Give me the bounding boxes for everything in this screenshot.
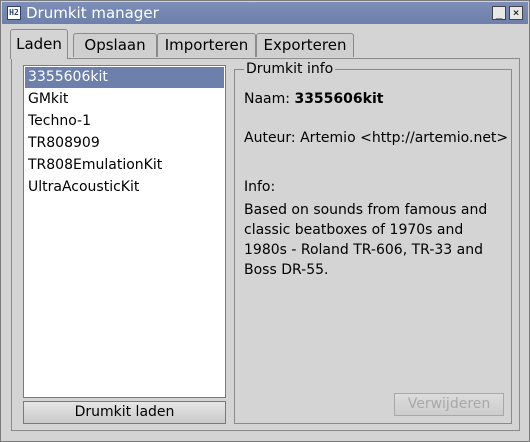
list-item[interactable]: Techno-1 <box>25 111 224 132</box>
group-title: Drumkit info <box>244 60 336 78</box>
minimize-button[interactable]: _ <box>492 6 506 20</box>
tab-importeren[interactable]: Importeren <box>157 33 256 57</box>
delete-button[interactable]: Verwijderen <box>394 393 504 416</box>
list-item[interactable]: GMkit <box>25 89 224 110</box>
list-item[interactable]: UltraAcousticKit <box>25 177 224 198</box>
name-value: 3355606kit <box>294 91 384 107</box>
tab-opslaan[interactable]: Opslaan <box>73 33 157 57</box>
author-label: Auteur: <box>244 130 296 146</box>
name-line: Naam: 3355606kit <box>244 90 383 108</box>
author-value: Artemio <http://artemio.net> <box>300 130 509 146</box>
drumkit-manager-window: H2 Drumkit manager _ × Laden Opslaan Imp… <box>0 0 530 442</box>
load-drumkit-button[interactable]: Drumkit laden <box>23 401 226 424</box>
drumkit-info-group: Drumkit info Naam: 3355606kit Auteur: Ar… <box>234 60 512 424</box>
drumkit-list[interactable]: 3355606kit GMkit Techno-1 TR808909 TR808… <box>23 65 226 398</box>
tab-laden[interactable]: Laden <box>10 29 68 59</box>
list-item[interactable]: TR808909 <box>25 133 224 154</box>
info-description: Based on sounds from famous and classic … <box>244 202 488 278</box>
tab-exporteren[interactable]: Exporteren <box>256 33 354 57</box>
list-item[interactable]: TR808EmulationKit <box>25 155 224 176</box>
list-item[interactable]: 3355606kit <box>25 67 224 88</box>
hydrogen-app-icon: H2 <box>7 6 21 20</box>
title-bar[interactable]: H2 Drumkit manager _ × <box>2 2 528 24</box>
window-title: Drumkit manager <box>26 4 159 22</box>
name-label: Naam: <box>244 91 290 107</box>
info-label: Info: <box>244 179 276 195</box>
close-button[interactable]: × <box>509 6 523 20</box>
author-line: Auteur: Artemio <http://artemio.net> <box>244 129 508 147</box>
laden-tab-panel: 3355606kit GMkit Techno-1 TR808909 TR808… <box>11 58 520 431</box>
